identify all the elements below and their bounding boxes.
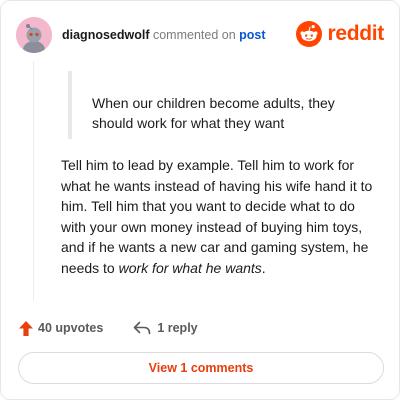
comment-header: diagnosedwolf commented on post reddit bbox=[16, 17, 384, 53]
reply-button[interactable]: 1 reply bbox=[133, 321, 198, 335]
reddit-alien-icon bbox=[296, 21, 323, 47]
upvote-arrow-icon bbox=[19, 320, 33, 336]
comment-body-text: Tell him to lead by example. Tell him to… bbox=[61, 157, 373, 276]
comment-meta: diagnosedwolf commented on post bbox=[62, 28, 266, 42]
user-avatar[interactable] bbox=[16, 17, 52, 53]
comment-action-text: commented on bbox=[152, 28, 236, 42]
username[interactable]: diagnosedwolf bbox=[62, 28, 150, 42]
comment-card: diagnosedwolf commented on post reddit W… bbox=[0, 0, 400, 400]
snoo-avatar-icon bbox=[16, 17, 52, 53]
upvote-button[interactable]: 40 upvotes bbox=[18, 320, 103, 337]
reply-arrow-icon bbox=[134, 321, 151, 335]
thread-line bbox=[33, 61, 34, 301]
reddit-wordmark: reddit bbox=[327, 22, 384, 45]
post-link[interactable]: post bbox=[239, 28, 265, 42]
view-comments-button[interactable]: View 1 comments bbox=[18, 352, 384, 384]
comment-body-emphasis: work for what he wants bbox=[118, 259, 262, 276]
upvote-count: 40 upvotes bbox=[38, 321, 104, 335]
comment-body-end: . bbox=[261, 259, 266, 276]
quoted-text: When our children become adults, they sh… bbox=[68, 71, 368, 139]
comment-actions: 40 upvotes 1 reply bbox=[18, 317, 198, 339]
reddit-brand[interactable]: reddit bbox=[296, 18, 384, 50]
quote-text: When our children become adults, they sh… bbox=[92, 95, 335, 131]
reply-count: 1 reply bbox=[157, 321, 198, 335]
comment-body: Tell him to lead by example. Tell him to… bbox=[61, 155, 381, 278]
